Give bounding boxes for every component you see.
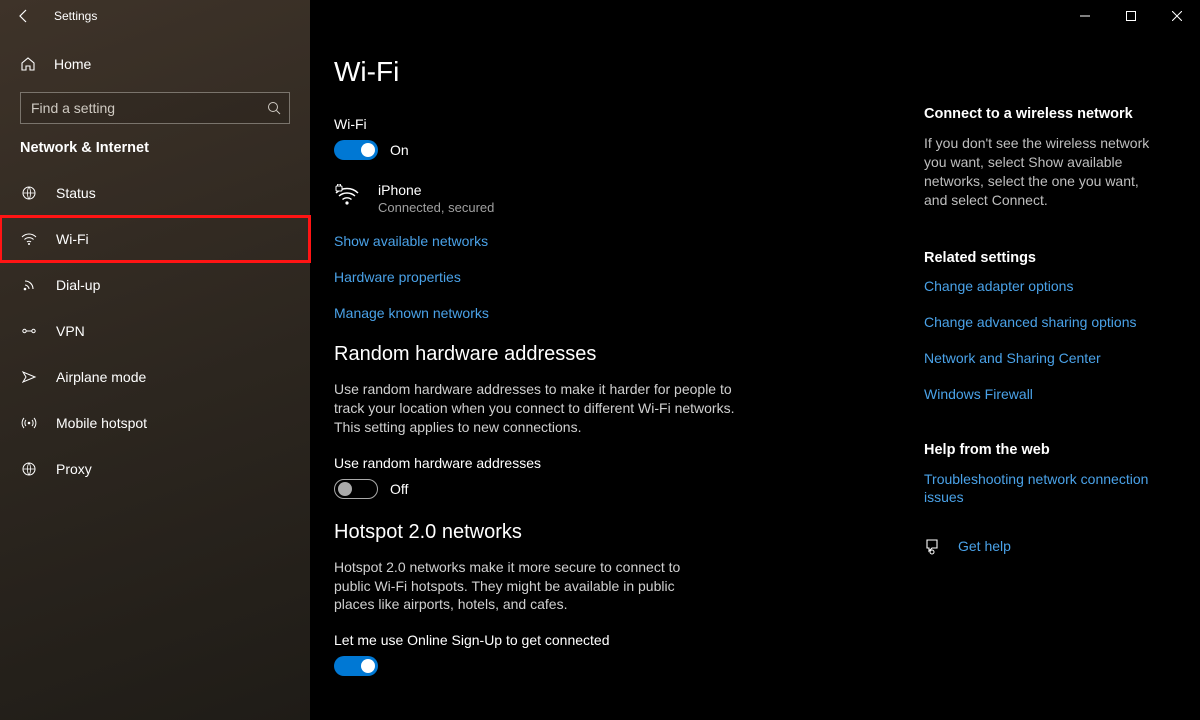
link-manage-known[interactable]: Manage known networks [334, 305, 904, 321]
hotspot-icon [20, 415, 38, 431]
home-nav[interactable]: Home [0, 44, 310, 84]
hotspot-toggle[interactable] [334, 656, 378, 676]
title-bar: Settings [0, 0, 1200, 32]
section-hotspot-title: Hotspot 2.0 networks [334, 521, 904, 544]
wifi-toggle-state: On [390, 142, 409, 158]
link-get-help[interactable]: Get help [958, 538, 1011, 554]
network-name: iPhone [378, 182, 494, 198]
page-title: Wi-Fi [334, 56, 904, 88]
random-toggle[interactable] [334, 479, 378, 499]
sidebar: Home Network & Internet Status Wi-Fi Dia… [0, 0, 310, 720]
dialup-icon [20, 277, 38, 293]
maximize-button[interactable] [1108, 0, 1154, 32]
link-troubleshoot[interactable]: Troubleshooting network connection issue… [924, 470, 1154, 508]
aside-connect-text: If you don't see the wireless network yo… [924, 134, 1154, 210]
wifi-toggle[interactable] [334, 140, 378, 160]
aside-column: Connect to a wireless network If you don… [924, 56, 1172, 720]
hotspot-toggle-label: Let me use Online Sign-Up to get connect… [334, 632, 904, 648]
window-title: Settings [48, 9, 97, 23]
aside-related-head: Related settings [924, 250, 1162, 266]
wifi-icon [20, 231, 38, 247]
random-toggle-state: Off [390, 481, 408, 497]
sidebar-item-label: Wi-Fi [56, 231, 89, 247]
sidebar-item-proxy[interactable]: Proxy [0, 446, 310, 492]
sidebar-item-label: Dial-up [56, 277, 100, 293]
sidebar-item-label: Proxy [56, 461, 92, 477]
random-toggle-label: Use random hardware addresses [334, 455, 904, 471]
airplane-icon [20, 369, 38, 385]
section-hotspot-desc: Hotspot 2.0 networks make it more secure… [334, 558, 684, 615]
sidebar-item-label: VPN [56, 323, 85, 339]
sidebar-item-label: Mobile hotspot [56, 415, 147, 431]
get-help-icon [924, 537, 942, 555]
proxy-icon [20, 461, 38, 477]
sidebar-item-dialup[interactable]: Dial-up [0, 262, 310, 308]
sidebar-item-airplane[interactable]: Airplane mode [0, 354, 310, 400]
sidebar-item-hotspot[interactable]: Mobile hotspot [0, 400, 310, 446]
section-random-desc: Use random hardware addresses to make it… [334, 380, 764, 437]
aside-connect-head: Connect to a wireless network [924, 106, 1162, 122]
search-box[interactable] [20, 92, 290, 124]
sidebar-item-status[interactable]: Status [0, 170, 310, 216]
wifi-toggle-label: Wi-Fi [334, 116, 904, 132]
sidebar-item-wifi[interactable]: Wi-Fi [0, 216, 310, 262]
link-sharing-options[interactable]: Change advanced sharing options [924, 314, 1162, 330]
close-button[interactable] [1154, 0, 1200, 32]
status-icon [20, 185, 38, 201]
wifi-secured-icon [334, 182, 362, 208]
back-button[interactable] [0, 0, 48, 32]
network-status: Connected, secured [378, 200, 494, 215]
link-show-networks[interactable]: Show available networks [334, 233, 904, 249]
link-sharing-center[interactable]: Network and Sharing Center [924, 350, 1162, 366]
content-area: Wi-Fi Wi-Fi On iPhone Connected, [310, 0, 1200, 720]
home-label: Home [54, 56, 91, 72]
sidebar-item-label: Airplane mode [56, 369, 146, 385]
minimize-button[interactable] [1062, 0, 1108, 32]
vpn-icon [20, 323, 38, 339]
aside-help-head: Help from the web [924, 442, 1162, 458]
sidebar-item-label: Status [56, 185, 96, 201]
link-firewall[interactable]: Windows Firewall [924, 386, 1162, 402]
link-hardware-properties[interactable]: Hardware properties [334, 269, 904, 285]
search-icon [267, 101, 281, 115]
home-icon [20, 56, 36, 72]
sidebar-item-vpn[interactable]: VPN [0, 308, 310, 354]
main-column: Wi-Fi Wi-Fi On iPhone Connected, [334, 56, 924, 720]
sidebar-group-title: Network & Internet [0, 140, 310, 170]
current-network[interactable]: iPhone Connected, secured [334, 182, 904, 215]
section-random-title: Random hardware addresses [334, 343, 904, 366]
search-input[interactable] [31, 100, 267, 116]
link-adapter-options[interactable]: Change adapter options [924, 278, 1162, 294]
